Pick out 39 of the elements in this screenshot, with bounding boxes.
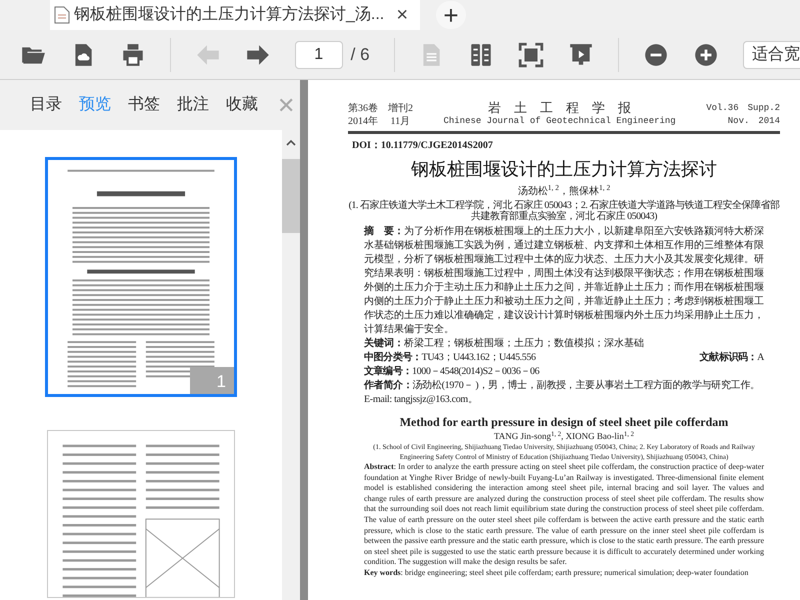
affiliation: (1. 石家庄铁道大学土木工程学院，河北 石家庄 050043；2. 石家庄铁道大学道路与铁道工程安全保障省部共建教育部重点实验室，河北 石家庄 050043) xyxy=(348,200,780,222)
chinese-abstract: 摘 要：为了分析作用在钢板桩围堰上的土压力大小，以新建阜阳至六安铁路颍河特大桥深水基础钢板桩围堰施工实践为例，通过建立钢板桩、内支撑和土体相互作用的三维整体有限元模型，分析了钢板桩围堰施工过程中土体的应力状态、土压力大小及其发展变化规律。研究结果表明：钢板桩围堰施工过程中，周围土体没有达到极限平衡状态；作用在钢板桩围堰外侧的土压力介于主动土压力和静止土压力之间，并靠近静止土压力；而作用在钢板桩围堰内侧的土压力介于静止土压力和被动土压力之间，并靠近静止土压力；考虑到钢板桩围堰工作状态的土压力难以准确确定，建议设计计算时钢板桩围堰内外土压力均采用静止土压力，计算结果偏于安全。 xyxy=(364,225,764,337)
file-icon xyxy=(54,6,70,24)
english-keywords: Key words: bridge engineering; steel sheet pile cofferdam; earth pressure; numerical simulation; deep-water foundation xyxy=(364,568,750,579)
close-tab-button[interactable]: × xyxy=(388,5,416,25)
journal-volume: Vol.36 Supp.2 xyxy=(706,102,780,115)
journal-volume: Nov. 2014 xyxy=(728,115,780,128)
english-abstract: Abstract: In order to analyze the earth pressure acting on steel sheet pile cofferdam, the construction practice of deep-water foundation at Yinghe River Bridge of newly-built Fuyang-Lu’an Railway is investigated. Three-dimensional finite element model is established considering the interaction among steel sheet pile, internal bracing and soil layer. The values and change rules of earth pressure are analyzed during the construction process of steel sheet pile cofferdam. The results show that the surrounding soil does not reach limit equilibrium state during the construction process of steel sheet pile cofferdam. The value of earth pressure on the outer steel sheet pile cofferdam is between the active earth pressure and the static earth pressure, which is close to the static earth pressure. The value of earth pressure on the inner steel sheet pile cofferdam is between the passive earth pressure and the static earth pressure, which is close to the static earth pressure. The earth pressure on steel sheet pile is suggested to use the static earth pressure because it is difficult to accurately determined under working condition. The suggestion will make the design results be safer. xyxy=(364,462,764,568)
page-number-badge: 1 xyxy=(190,367,234,394)
journal-name: Chinese Journal of Geotechnical Engineering xyxy=(443,115,676,128)
presentation-icon[interactable] xyxy=(568,42,594,68)
new-tab-button[interactable]: + xyxy=(436,1,466,29)
page-number-field[interactable]: 1 xyxy=(294,40,343,68)
journal-issue: 第36卷 增刊2 xyxy=(348,102,413,115)
classification-info: 文献标识码：A xyxy=(700,351,764,365)
doi: DOI：10.11779/CJGE2014S2007 xyxy=(352,140,494,152)
sidebar-tab[interactable]: 书签 xyxy=(128,93,160,117)
paper-title: 钢板桩围堰设计的土压力计算方法探讨 xyxy=(410,158,718,182)
english-title: Method for earth pressure in design of steel sheet pile cofferdam xyxy=(398,414,730,430)
tab-title: 钢板桩围堰设计的土压力计算方法探讨_汤... xyxy=(74,4,384,25)
zoom-select[interactable]: 适合宽 xyxy=(742,40,800,68)
chinese-keywords: 关键词：桥梁工程；钢板桩围堰；土压力；数值模拟；深水基础 xyxy=(364,337,645,351)
english-authors: TANG Jin-song$^{1, 2}$, XIONG Bao-lin$^{1, 2}$ xyxy=(492,430,636,442)
sidebar-tab[interactable]: 目录 xyxy=(30,93,62,117)
sidebar-tab[interactable]: 收藏 xyxy=(226,93,258,117)
scrollbar-thumb[interactable] xyxy=(282,159,300,233)
document-tab[interactable]: 钢板桩围堰设计的土压力计算方法探讨_汤... × xyxy=(50,0,420,30)
scroll-up-icon[interactable] xyxy=(286,139,296,147)
classification-info: 中图分类号：TU43；U443.162；U445.556 xyxy=(364,351,536,365)
paper-authors: 汤劲松$^{1, 2}$，熊保林$^{1, 2}$ xyxy=(516,185,612,198)
journal-issue: 2014年 11月 xyxy=(348,115,412,128)
fit-screen-icon[interactable] xyxy=(518,42,544,68)
classification-info: 文章编号：1000－4548(2014)S2－0036－06 xyxy=(364,365,540,379)
author-bio: 作者简介：汤劲松(1970－ )，男，博士，副教授，主要从事岩土工程方面的教学与研究工作。E-mail: tangjssjz@163.com。 xyxy=(364,379,761,407)
zoom-out-icon[interactable] xyxy=(642,42,669,68)
zoom-in-icon[interactable] xyxy=(692,42,719,68)
sidebar-tab[interactable]: 批注 xyxy=(177,93,209,117)
page-total: / 6 xyxy=(350,44,370,66)
journal-name: 岩 土 工 程 学 报 xyxy=(488,100,632,115)
